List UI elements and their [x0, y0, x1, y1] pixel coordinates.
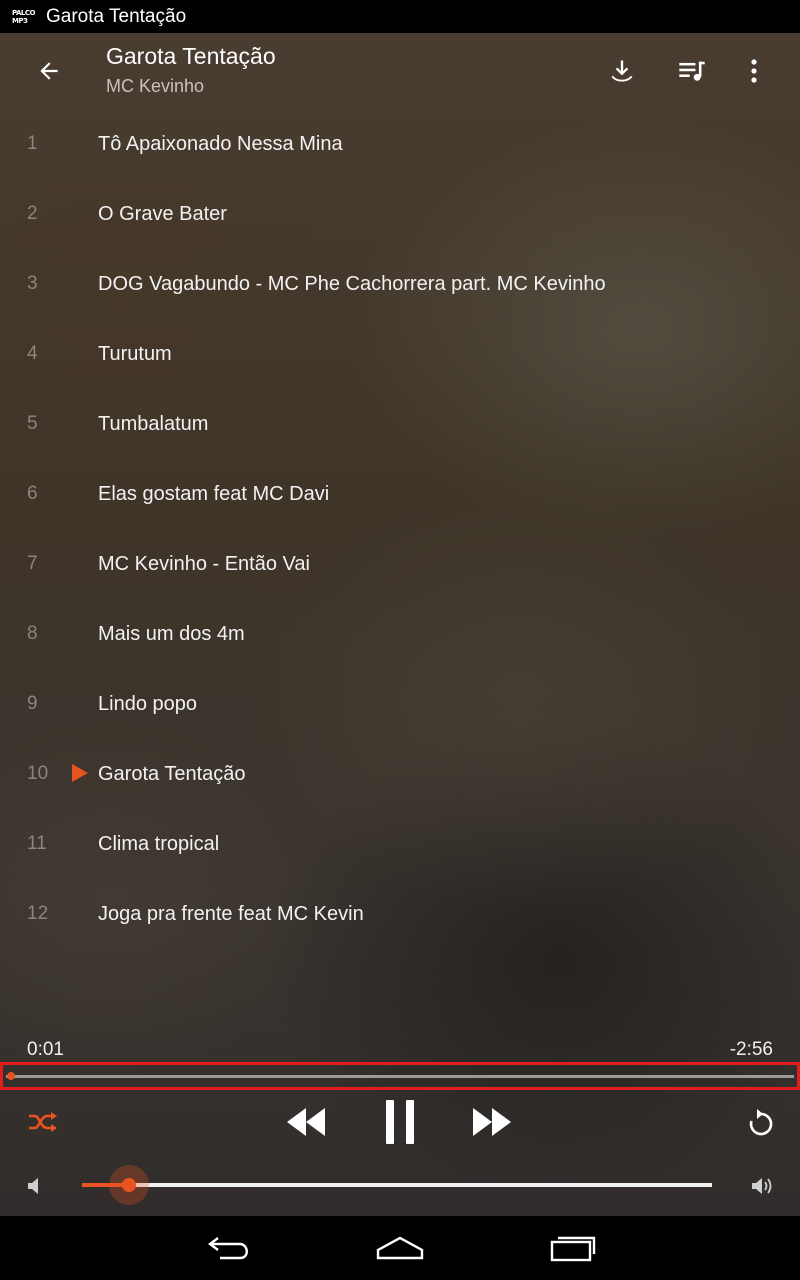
nav-home-icon: [376, 1236, 424, 1260]
track-list: 1 Tô Apaixonado Nessa Mina 2 O Grave Bat…: [0, 109, 800, 949]
track-number: 1: [27, 133, 38, 154]
volume-low-icon: [28, 1178, 38, 1194]
track-row[interactable]: 12 Joga pra frente feat MC Kevin: [0, 879, 800, 949]
track-row[interactable]: 11 Clima tropical: [0, 809, 800, 879]
pause-button[interactable]: [372, 1092, 428, 1152]
track-number: 12: [27, 903, 49, 924]
track-number: 10: [27, 763, 49, 784]
track-number: 7: [27, 553, 38, 574]
track-row[interactable]: 2 O Grave Bater: [0, 179, 800, 249]
track-title: DOG Vagabundo - MC Phe Cachorrera part. …: [98, 272, 606, 295]
download-icon: [611, 60, 633, 82]
nav-back-icon: [208, 1237, 248, 1260]
back-button[interactable]: [24, 53, 74, 89]
track-number: 8: [27, 623, 38, 644]
track-row[interactable]: 3 DOG Vagabundo - MC Phe Cachorrera part…: [0, 249, 800, 319]
track-row[interactable]: 4 Turutum: [0, 319, 800, 389]
nav-back-button[interactable]: [190, 1226, 270, 1270]
system-nav-bar: [0, 1216, 800, 1280]
track-row[interactable]: 9 Lindo popo: [0, 669, 800, 739]
back-arrow-icon: [40, 62, 58, 80]
queue-button[interactable]: [670, 53, 714, 89]
seek-thumb[interactable]: [7, 1072, 15, 1080]
track-title: Mais um dos 4m: [98, 622, 245, 645]
seek-bar[interactable]: [0, 1062, 800, 1090]
volume-high-button[interactable]: [746, 1170, 780, 1202]
track-number: 9: [27, 693, 38, 714]
rewind-icon: [287, 1108, 325, 1136]
now-playing-icon: [72, 764, 88, 782]
repeat-icon: [749, 1109, 773, 1136]
fast-forward-button[interactable]: [464, 1096, 520, 1148]
rewind-button[interactable]: [278, 1096, 334, 1148]
track-title: Joga pra frente feat MC Kevin: [98, 902, 364, 925]
repeat-button[interactable]: [738, 1100, 784, 1146]
volume-slider[interactable]: [82, 1165, 712, 1205]
elapsed-time: 0:01: [27, 1039, 64, 1060]
nav-home-button[interactable]: [360, 1226, 440, 1270]
more-vert-icon: [751, 59, 757, 83]
page-subtitle: MC Kevinho: [106, 76, 205, 96]
track-title: Lindo popo: [98, 692, 197, 715]
shuffle-button[interactable]: [20, 1100, 66, 1144]
volume-high-icon: [752, 1178, 772, 1194]
status-bar: PALCO MP3 Garota Tentação: [0, 0, 800, 33]
track-title: O Grave Bater: [98, 202, 227, 225]
volume-thumb[interactable]: [122, 1178, 136, 1192]
status-bar-title: Garota Tentação: [46, 5, 187, 27]
track-title: Tô Apaixonado Nessa Mina: [98, 132, 343, 155]
more-options-button[interactable]: [732, 53, 776, 89]
header: Garota Tentação MC Kevinho: [0, 33, 800, 111]
track-title: Elas gostam feat MC Davi: [98, 482, 330, 505]
track-row-now-playing[interactable]: 10 Garota Tentação: [0, 739, 800, 809]
track-number: 3: [27, 273, 38, 294]
track-row[interactable]: 5 Tumbalatum: [0, 389, 800, 459]
track-title: Turutum: [98, 342, 172, 365]
track-number: 2: [27, 203, 38, 224]
seek-track: [6, 1075, 794, 1078]
title-block: Garota Tentação MC Kevinho: [106, 43, 276, 97]
remaining-time: -2:56: [729, 1039, 773, 1060]
volume-low-button[interactable]: [20, 1170, 48, 1202]
nav-recents-icon: [550, 1236, 596, 1262]
track-title: Garota Tentação: [98, 762, 246, 785]
nav-recents-button[interactable]: [532, 1226, 612, 1270]
track-number: 6: [27, 483, 38, 504]
fast-forward-icon: [473, 1108, 511, 1136]
track-number: 5: [27, 413, 38, 434]
track-number: 4: [27, 343, 38, 364]
shuffle-icon: [29, 1112, 57, 1132]
track-title: Clima tropical: [98, 832, 220, 855]
download-button[interactable]: [600, 53, 644, 89]
track-title: MC Kevinho - Então Vai: [98, 552, 310, 575]
track-title: Tumbalatum: [98, 412, 209, 435]
track-number: 11: [27, 833, 47, 854]
app-logo-icon: PALCO MP3: [12, 8, 35, 25]
track-row[interactable]: 8 Mais um dos 4m: [0, 599, 800, 669]
track-row[interactable]: 7 MC Kevinho - Então Vai: [0, 529, 800, 599]
page-title: Garota Tentação: [106, 43, 276, 69]
track-row[interactable]: 6 Elas gostam feat MC Davi: [0, 459, 800, 529]
track-row[interactable]: 1 Tô Apaixonado Nessa Mina: [0, 109, 800, 179]
pause-icon: [386, 1100, 414, 1144]
queue-music-icon: [679, 61, 705, 81]
